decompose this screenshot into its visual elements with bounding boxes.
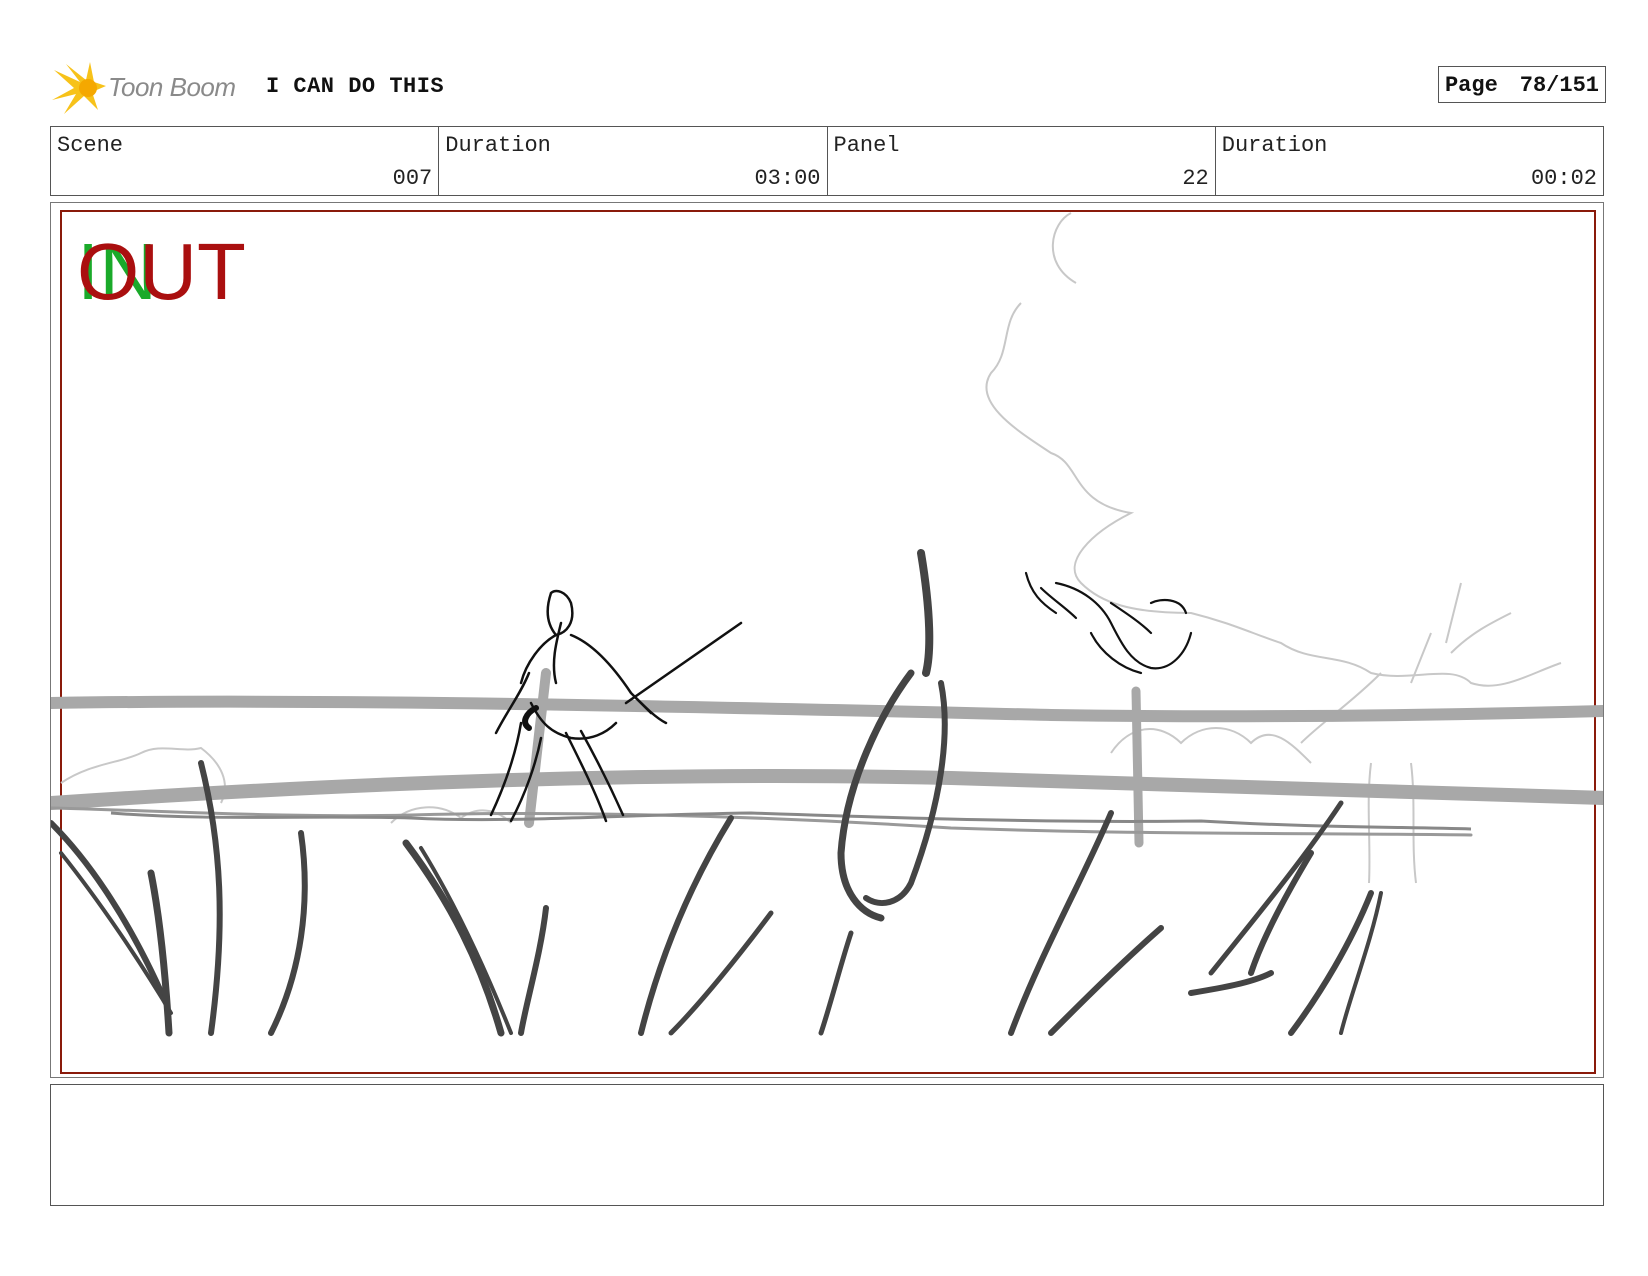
project-title: I CAN DO THIS bbox=[266, 74, 445, 99]
panel-duration-value: 00:02 bbox=[1530, 166, 1597, 191]
starburst-icon bbox=[52, 62, 106, 114]
scene-label: Scene bbox=[57, 133, 124, 158]
scene-duration-cell: Duration 03:00 bbox=[439, 127, 828, 195]
page-label: Page bbox=[1444, 73, 1498, 98]
scene-cell: Scene 007 bbox=[51, 127, 440, 195]
scene-value: 007 bbox=[392, 166, 433, 191]
panel-notes-box[interactable] bbox=[50, 1084, 1604, 1206]
scene-duration-label: Duration bbox=[445, 133, 551, 158]
panel-cell: Panel 22 bbox=[828, 127, 1216, 195]
falling-figure-sketch bbox=[1024, 571, 1193, 675]
panel-duration-cell: Duration 00:02 bbox=[1216, 127, 1603, 195]
page-indicator: Page 78/151 bbox=[1437, 66, 1606, 103]
out-marker: OUT bbox=[77, 227, 246, 316]
panel-sketch: IN OUT bbox=[51, 210, 1603, 1074]
page-number: 78/151 bbox=[1519, 73, 1599, 98]
storyboard-panel: IN OUT bbox=[50, 202, 1604, 1078]
toon-boom-logo: Toon Boom bbox=[50, 60, 250, 114]
camera-frame bbox=[60, 210, 1596, 1074]
panel-info-row: Scene 007 Duration 03:00 Panel 22 Durati… bbox=[50, 126, 1604, 196]
page-header: Toon Boom I CAN DO THIS Page 78/151 bbox=[50, 56, 1606, 116]
panel-label: Panel bbox=[833, 133, 900, 158]
panel-value: 22 bbox=[1182, 166, 1209, 191]
scene-duration-value: 03:00 bbox=[754, 166, 821, 191]
logo-text: Toon Boom bbox=[108, 72, 236, 102]
panel-duration-label: Duration bbox=[1221, 133, 1328, 158]
